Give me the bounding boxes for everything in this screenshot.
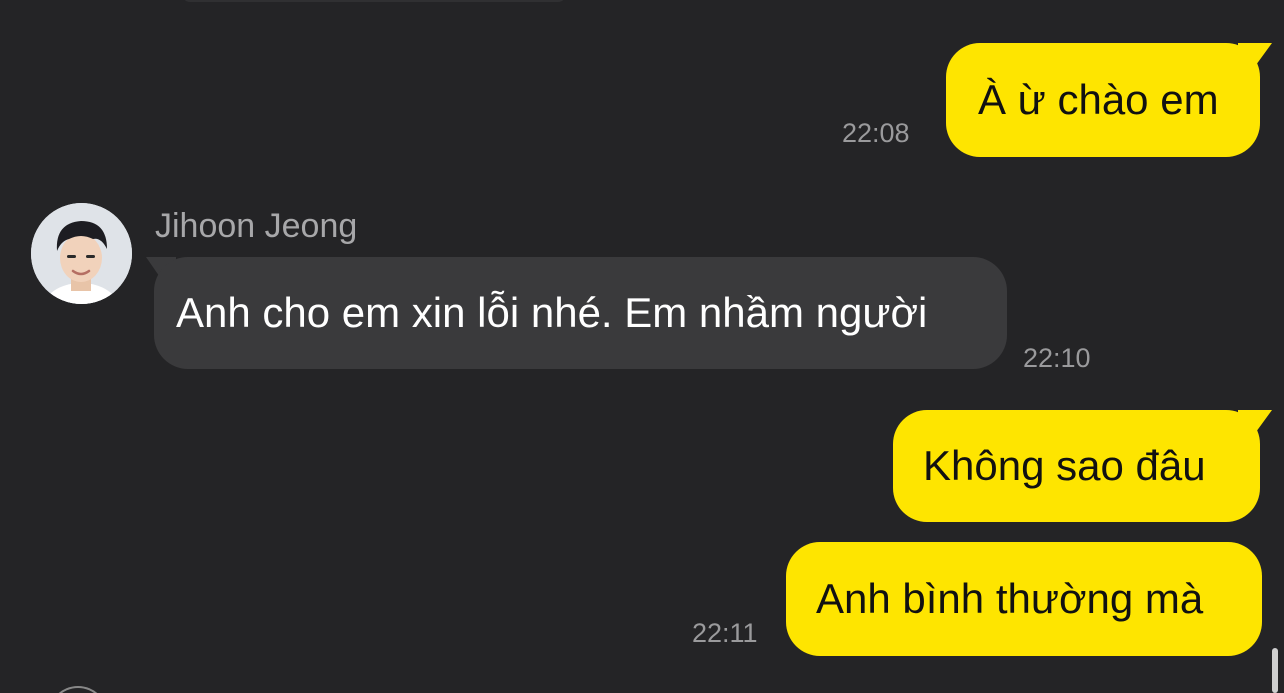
message-text: Không sao đâu — [923, 442, 1206, 489]
message-bubble-outgoing[interactable]: Không sao đâu — [893, 410, 1260, 522]
message-bubble-incoming[interactable]: Anh cho em xin lỗi nhé. Em nhầm người — [154, 257, 1007, 369]
previous-message-fragment — [182, 0, 566, 2]
avatar[interactable] — [31, 203, 132, 304]
scrollbar[interactable] — [1272, 648, 1278, 693]
message-bubble-outgoing[interactable]: Anh bình thường mà — [786, 542, 1262, 656]
message-bubble-outgoing[interactable]: À ừ chào em — [946, 43, 1260, 157]
message-timestamp: 22:11 — [692, 618, 758, 648]
message-text: À ừ chào em — [978, 76, 1219, 123]
avatar-photo-icon — [31, 203, 132, 304]
message-text: Anh bình thường mà — [816, 575, 1204, 622]
chat-window[interactable]: À ừ chào em 22:08 Jihoon Jeong Anh cho e… — [0, 0, 1284, 693]
next-avatar-fragment — [48, 686, 108, 693]
sender-name: Jihoon Jeong — [155, 207, 358, 245]
message-text: Anh cho em xin lỗi nhé. Em nhầm người — [176, 289, 928, 336]
message-timestamp: 22:10 — [1023, 343, 1091, 373]
message-timestamp: 22:08 — [842, 118, 910, 148]
